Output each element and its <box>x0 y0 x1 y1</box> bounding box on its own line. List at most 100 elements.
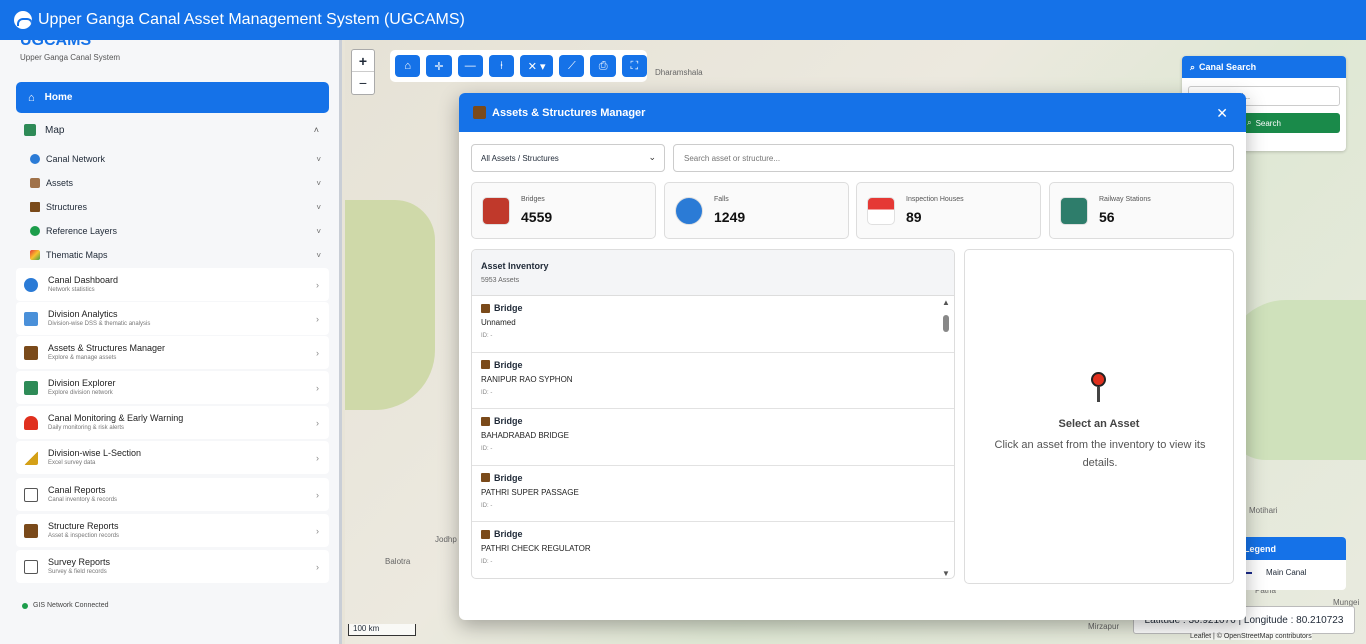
card-lsection[interactable]: Division-wise L-Section Excel survey data… <box>16 441 329 474</box>
bridge-icon <box>481 529 490 539</box>
brand: UGCAMS Upper Ganga Canal System <box>0 40 339 66</box>
item-type: Bridge <box>494 416 523 426</box>
zoom-in-button[interactable]: + <box>352 50 374 72</box>
modal-header: Assets & Structures Manager ✕ <box>459 93 1246 132</box>
marker-button[interactable]: ⍿ <box>488 55 515 77</box>
chevron-down-icon: ˅ <box>316 250 321 260</box>
chevron-down-icon: ˅ <box>316 202 321 212</box>
rainbow-icon <box>30 250 40 260</box>
house-icon <box>867 197 895 225</box>
stat-label: Inspection Houses <box>906 196 964 203</box>
subnav-label: Canal Network <box>46 154 106 164</box>
stat-value: 4559 <box>521 209 553 225</box>
measure-line-button[interactable]: — <box>457 55 483 77</box>
scroll-up-icon[interactable]: ▲ <box>942 298 950 307</box>
ruler-triangle-icon <box>24 450 38 465</box>
list-item[interactable]: Bridge Unnamed ID: - <box>472 296 954 353</box>
subnav-structures[interactable]: Structures ˅ <box>30 196 325 218</box>
crosshair-icon: ✛ <box>434 60 444 73</box>
item-type: Bridge <box>494 359 523 370</box>
brand-subtitle: Upper Ganga Canal System <box>20 53 121 62</box>
card-canal-reports[interactable]: Canal Reports Canal inventory & records › <box>16 478 329 511</box>
item-name: Unnamed <box>481 318 516 327</box>
stat-label: Railway Stations <box>1099 196 1151 203</box>
inventory-scrollbar[interactable]: ▲ ▼ <box>941 298 951 578</box>
item-name: PATHRI SUPER PASSAGE <box>481 487 579 497</box>
subnav-label: Assets <box>46 178 74 188</box>
card-subtitle: Daily monitoring & risk alerts <box>48 425 125 431</box>
list-item[interactable]: Bridge PATHRI CHECK REGULATOR ID: - <box>472 522 954 578</box>
card-subtitle: Survey & field records <box>48 569 107 575</box>
home-view-button[interactable]: ⌂ <box>395 55 421 77</box>
bridge-icon <box>481 303 490 313</box>
list-item[interactable]: Bridge PATHRI SUPER PASSAGE ID: - <box>472 466 954 522</box>
list-item[interactable]: Bridge BAHADRABAD BRIDGE ID: - <box>472 409 954 466</box>
scroll-thumb[interactable] <box>943 315 949 332</box>
subnav-assets[interactable]: Assets ˅ <box>30 172 325 194</box>
bridge-icon <box>30 202 40 212</box>
card-title: Canal Reports <box>48 485 106 495</box>
status-dot-icon <box>22 602 28 609</box>
card-canal-dashboard[interactable]: Canal Dashboard Network statistics › <box>16 268 329 301</box>
legend-title: Legend <box>1240 537 1346 560</box>
chevron-right-icon: › <box>316 417 319 428</box>
print-button[interactable]: ⎙ <box>590 55 616 77</box>
ruler-button[interactable]: ⟋ <box>559 55 585 77</box>
fullscreen-icon: ⛶ <box>630 59 639 72</box>
subnav-canal-network[interactable]: Canal Network ˅ <box>30 148 325 170</box>
legend-item: Main Canal <box>1266 568 1307 577</box>
printer-icon: ⎙ <box>598 59 608 72</box>
zoom-out-button[interactable]: − <box>352 72 374 94</box>
map-place-label: Motihari <box>1249 506 1278 515</box>
bridge-icon <box>473 106 486 119</box>
card-canal-monitoring[interactable]: Canal Monitoring & Early Warning Daily mo… <box>16 406 329 439</box>
nav-home-label: Home <box>44 92 73 103</box>
scroll-down-icon[interactable]: ▼ <box>942 569 950 578</box>
chevron-down-icon: ˅ <box>316 154 321 164</box>
stat-label: Bridges <box>521 196 545 203</box>
stat-value: 1249 <box>714 209 746 225</box>
map-terrain <box>345 200 435 410</box>
card-title: Canal Dashboard <box>48 275 119 285</box>
nav-map[interactable]: Map ˄ <box>16 118 329 142</box>
card-structure-reports[interactable]: Structure Reports Asset & inspection reco… <box>16 514 329 547</box>
subnav-thematic-maps[interactable]: Thematic Maps ˅ <box>30 244 325 266</box>
pan-button[interactable]: ✛ <box>426 55 452 77</box>
map-legend: Legend Main Canal <box>1240 537 1346 590</box>
item-type: Bridge <box>494 529 523 539</box>
card-title: Survey Reports <box>48 557 111 567</box>
item-name: RANIPUR RAO SYPHON <box>481 374 573 384</box>
subnav-label: Reference Layers <box>46 226 118 236</box>
close-icon[interactable]: ✕ <box>1216 105 1228 122</box>
tools-icon: ✕ ▾ <box>527 60 546 73</box>
chevron-down-icon: ˅ <box>316 226 321 236</box>
fullscreen-button[interactable]: ⛶ <box>621 55 648 77</box>
asset-type-select[interactable]: All Assets / Structures ⌄ <box>471 144 665 172</box>
map-place-label: Mirzapur <box>1088 622 1120 631</box>
inventory-title: Asset Inventory <box>481 261 549 271</box>
map-place-label: Balotra <box>385 557 411 566</box>
map-toolbar: ⌂ ✛ — ⍿ ✕ ▾ ⟋ ⎙ ⛶ <box>390 50 648 82</box>
chevron-right-icon: › <box>316 452 319 463</box>
tools-dropdown-button[interactable]: ✕ ▾ <box>520 55 554 77</box>
list-item[interactable]: Bridge RANIPUR RAO SYPHON ID: - <box>472 353 954 409</box>
map-icon <box>24 124 36 136</box>
asset-search-input[interactable] <box>673 144 1234 172</box>
card-division-explorer[interactable]: Division Explorer Explore division networ… <box>16 371 329 404</box>
status-label: GIS Network Connected <box>33 602 109 609</box>
chevron-down-icon: ⌄ <box>648 152 656 162</box>
map-attribution[interactable]: Leaflet | © OpenStreetMap contributors <box>1190 633 1312 640</box>
app-title: Upper Ganga Canal Asset Management Syste… <box>38 11 465 28</box>
nav-home[interactable]: ⌂ Home <box>16 82 329 113</box>
card-division-analytics[interactable]: Division Analytics Division-wise DSS & th… <box>16 302 329 335</box>
card-subtitle: Explore & manage assets <box>48 355 117 361</box>
card-subtitle: Canal inventory & records <box>48 497 118 503</box>
card-survey-reports[interactable]: Survey Reports Survey & field records › <box>16 550 329 583</box>
detail-title: Select an Asset <box>1058 418 1140 430</box>
home-icon: ⌂ <box>28 91 35 104</box>
stat-railway-stations: Railway Stations 56 <box>1049 182 1234 239</box>
document-pen-icon <box>24 559 38 574</box>
subnav-reference-layers[interactable]: Reference Layers ˅ <box>30 220 325 242</box>
card-assets-structures-manager[interactable]: Assets & Structures Manager Explore & man… <box>16 336 329 369</box>
connection-status: GIS Network Connected <box>22 602 108 609</box>
